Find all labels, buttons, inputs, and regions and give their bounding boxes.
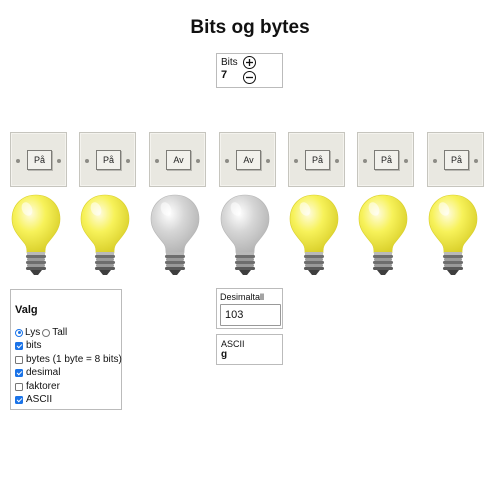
screw bbox=[16, 159, 20, 163]
switch-toggle-button[interactable]: På bbox=[27, 150, 52, 170]
increase-bits-button[interactable] bbox=[243, 56, 256, 69]
radio-lys-label: Lys bbox=[25, 327, 41, 338]
radio-tall-label: Tall bbox=[52, 327, 68, 338]
decrease-bits-button[interactable] bbox=[243, 71, 256, 84]
light-bulb-icon bbox=[150, 194, 200, 275]
screw bbox=[294, 159, 298, 163]
checkbox-ascii[interactable] bbox=[15, 395, 23, 404]
option-label: bits bbox=[26, 340, 42, 351]
screw bbox=[225, 159, 229, 163]
plus-icon bbox=[246, 59, 253, 66]
screw bbox=[85, 159, 89, 163]
screw bbox=[57, 159, 61, 163]
switch-toggle-button[interactable]: På bbox=[374, 150, 399, 170]
option-faktorer[interactable]: faktorer bbox=[15, 381, 60, 392]
ascii-panel: ASCII g bbox=[216, 334, 283, 365]
option-bits[interactable]: bits bbox=[15, 340, 42, 351]
light-bulb-icon bbox=[358, 194, 408, 275]
ascii-value: g bbox=[221, 349, 228, 360]
decimal-panel: Desimaltall 103 bbox=[216, 288, 283, 329]
switch-toggle-button[interactable]: På bbox=[96, 150, 121, 170]
screw bbox=[335, 159, 339, 163]
page-title: Bits og bytes bbox=[190, 17, 310, 38]
radio-tall[interactable] bbox=[42, 328, 51, 337]
ascii-label: ASCII bbox=[221, 339, 245, 349]
light-switch-6: På bbox=[357, 132, 414, 187]
screw bbox=[363, 159, 367, 163]
checkbox-bytes[interactable] bbox=[15, 355, 23, 364]
options-panel: Valg Lys Tall bits bytes (1 byte = 8 bit… bbox=[10, 289, 122, 410]
bits-label: Bits bbox=[221, 57, 238, 68]
light-bulb-icon bbox=[80, 194, 130, 275]
decimal-input[interactable]: 103 bbox=[220, 304, 281, 326]
light-bulb-icon bbox=[289, 194, 339, 275]
bits-value: 7 bbox=[221, 69, 228, 81]
light-switch-1: På bbox=[10, 132, 67, 187]
light-bulb-icon bbox=[220, 194, 270, 275]
switch-toggle-button[interactable]: Av bbox=[166, 150, 191, 170]
light-bulb-icon bbox=[428, 194, 478, 275]
switch-toggle-button[interactable]: På bbox=[444, 150, 469, 170]
option-label: faktorer bbox=[26, 381, 60, 392]
switch-toggle-button[interactable]: Av bbox=[236, 150, 261, 170]
option-label: desimal bbox=[26, 367, 61, 378]
option-label: bytes (1 byte = 8 bits) bbox=[26, 354, 122, 365]
decimal-label: Desimaltall bbox=[220, 292, 265, 302]
minus-icon bbox=[246, 76, 253, 79]
display-mode-group: Lys Tall bbox=[15, 327, 67, 338]
screw bbox=[196, 159, 200, 163]
light-bulb-icon bbox=[11, 194, 61, 275]
checkbox-desimal[interactable] bbox=[15, 368, 23, 377]
option-label: ASCII bbox=[26, 394, 53, 405]
option-ascii[interactable]: ASCII bbox=[15, 394, 52, 405]
switch-toggle-button[interactable]: På bbox=[305, 150, 330, 170]
light-switch-2: På bbox=[79, 132, 136, 187]
radio-lys[interactable] bbox=[15, 328, 23, 337]
light-switch-7: På bbox=[427, 132, 484, 187]
screw bbox=[474, 159, 478, 163]
checkbox-faktorer[interactable] bbox=[15, 382, 23, 391]
screw bbox=[433, 159, 437, 163]
checkbox-bits[interactable] bbox=[15, 341, 23, 350]
light-switch-4: Av bbox=[219, 132, 276, 187]
light-switch-5: På bbox=[288, 132, 345, 187]
light-switch-3: Av bbox=[149, 132, 206, 187]
screw bbox=[126, 159, 130, 163]
screw bbox=[404, 159, 408, 163]
option-bytes[interactable]: bytes (1 byte = 8 bits) bbox=[15, 354, 122, 365]
option-desimal[interactable]: desimal bbox=[15, 367, 60, 378]
screw bbox=[155, 159, 159, 163]
options-title: Valg bbox=[15, 304, 38, 316]
screw bbox=[266, 159, 270, 163]
